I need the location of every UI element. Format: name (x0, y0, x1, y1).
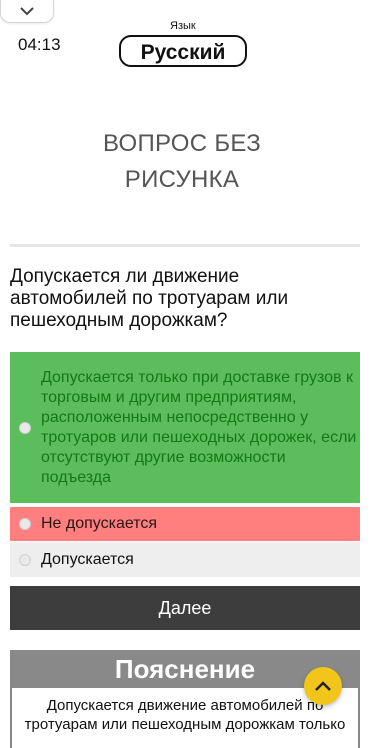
answer-option-wrong[interactable]: Не допускается (10, 507, 360, 541)
answer-option-correct[interactable]: Допускается только при доставке грузов к… (10, 352, 360, 503)
no-image-placeholder: ВОПРОС БЕЗ РИСУНКА (0, 126, 364, 198)
radio-button[interactable] (19, 553, 31, 566)
language-caption: Язык (170, 20, 196, 32)
answer-label: Допускается (41, 550, 134, 568)
no-image-line-2: РИСУНКА (124, 166, 240, 193)
next-button[interactable]: Далее (10, 586, 360, 630)
language-button[interactable]: Русский (119, 35, 247, 67)
radio-button[interactable] (19, 421, 31, 434)
answer-label: Допускается только при доставке грузов к… (41, 368, 357, 486)
question-text: Допускается ли движение автомобилей по т… (10, 266, 289, 331)
answer-label: Не допускается (41, 515, 158, 532)
scroll-top-button[interactable] (304, 667, 342, 705)
no-image-line-1: ВОПРОС БЕЗ (102, 130, 261, 157)
chevron-up-icon (315, 680, 331, 691)
answer-option[interactable]: Допускается (10, 542, 360, 577)
timer: 04:13 (18, 35, 61, 54)
radio-button[interactable] (19, 518, 31, 530)
collapse-button[interactable] (0, 0, 54, 23)
chevron-down-icon (20, 6, 34, 15)
divider (10, 244, 360, 247)
